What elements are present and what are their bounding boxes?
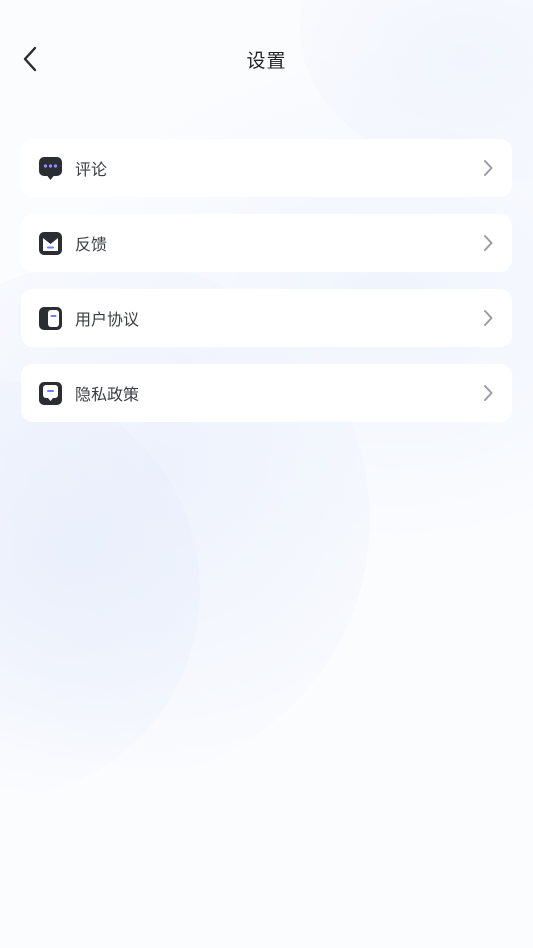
top-bar: 设置 (0, 0, 533, 118)
settings-item-label: 评论 (75, 160, 108, 179)
chevron-right-icon (478, 233, 498, 253)
settings-list: 评论 反馈 用户协议 隐私政策 (21, 139, 512, 439)
settings-item-comment[interactable]: 评论 (21, 139, 512, 197)
chevron-right-icon (478, 308, 498, 328)
settings-item-user-agreement[interactable]: 用户协议 (21, 289, 512, 347)
comment-icon (38, 156, 63, 181)
settings-item-label: 隐私政策 (75, 385, 140, 404)
feedback-icon (38, 231, 63, 256)
chevron-right-icon (478, 158, 498, 178)
settings-item-privacy-policy[interactable]: 隐私政策 (21, 364, 512, 422)
page-title: 设置 (246, 50, 287, 72)
settings-item-feedback[interactable]: 反馈 (21, 214, 512, 272)
agreement-icon (38, 306, 63, 331)
settings-item-label: 反馈 (75, 235, 108, 254)
chevron-right-icon (478, 383, 498, 403)
privacy-icon (38, 381, 63, 406)
settings-item-label: 用户协议 (75, 310, 140, 329)
